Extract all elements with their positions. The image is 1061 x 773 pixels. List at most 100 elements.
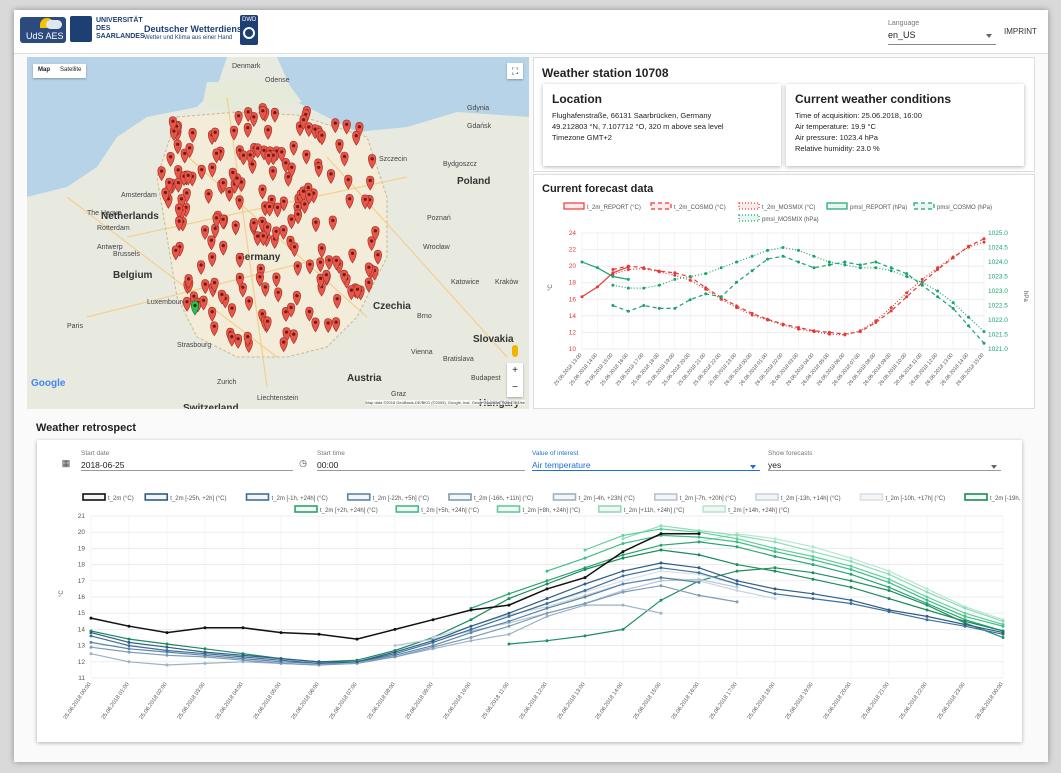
marker-dot xyxy=(307,192,311,197)
dwd-logo-text[interactable]: Deutscher Wetterdienst xyxy=(144,24,245,34)
pegman-icon[interactable] xyxy=(512,345,518,357)
data-point xyxy=(982,330,986,334)
data-point xyxy=(766,248,769,252)
marker-dot xyxy=(295,294,299,298)
marker-dot xyxy=(320,133,324,137)
data-point xyxy=(925,587,929,591)
data-point xyxy=(735,537,739,541)
data-point xyxy=(735,582,739,586)
map-attribution[interactable]: Map data ©2018 GeoBasis-DE/BKG (©2009), … xyxy=(365,400,525,405)
marker-dot xyxy=(261,234,265,238)
university-logo-text[interactable]: UNIVERSITÄT DES SAARLANDES xyxy=(96,17,146,41)
data-point xyxy=(659,561,663,565)
marker-dot xyxy=(167,180,171,185)
marker-dot xyxy=(308,262,312,266)
marker-dot xyxy=(188,146,192,150)
map-canvas[interactable]: Denmark Odense Gdynia Gdańsk Szczecin Bydgosz… xyxy=(27,57,529,409)
x-tick: 25.06.2018 06:00 xyxy=(291,682,321,721)
marker-dot xyxy=(235,176,239,180)
show-forecasts-label: Show forecasts xyxy=(768,450,813,457)
marker-dot xyxy=(234,223,238,227)
marker-dot xyxy=(256,146,260,150)
zoom-in-button[interactable]: + xyxy=(507,363,523,380)
uds-aes-logo[interactable]: UdS AES xyxy=(20,17,66,43)
dwd-logo-icon[interactable]: DWD xyxy=(240,15,258,45)
y-tick-right: 1022.5 xyxy=(988,303,1008,310)
start-time-field[interactable]: Start time 00:00 xyxy=(317,450,525,474)
data-point xyxy=(874,319,878,323)
map-label: Switzerland xyxy=(183,403,239,409)
data-point xyxy=(431,639,435,643)
data-point xyxy=(887,585,891,589)
data-point xyxy=(673,273,677,277)
data-point xyxy=(735,579,739,583)
x-tick: 25.06.2018 22:00 xyxy=(899,682,929,721)
map-type-map-button[interactable]: Map xyxy=(33,64,55,78)
fullscreen-icon[interactable]: ⛶ xyxy=(507,63,523,79)
show-forecasts-value: yes xyxy=(768,459,1001,471)
data-point xyxy=(621,569,625,573)
marker-dot xyxy=(284,161,288,165)
marker-dot xyxy=(252,221,256,225)
language-select[interactable]: en_US xyxy=(888,30,996,45)
retrospect-chart[interactable]: t_2m (°C) t_2m [-25h, +2h] (°C) t_2m [-1h,… xyxy=(37,480,1022,742)
legend-swatch xyxy=(650,202,672,210)
marker-dot xyxy=(210,165,214,169)
data-point xyxy=(773,537,777,541)
data-point xyxy=(827,260,831,264)
data-point xyxy=(750,269,754,273)
station-map[interactable]: Denmark Odense Gdynia Gdańsk Szczecin Bydgosz… xyxy=(27,57,529,409)
uds-aes-logo-text: UdS AES xyxy=(26,31,64,41)
marker-dot xyxy=(284,310,288,314)
marker-dot xyxy=(207,192,211,196)
data-point xyxy=(611,304,615,307)
map-label: Bratislava xyxy=(443,356,474,363)
marker-dot xyxy=(177,219,181,223)
data-point xyxy=(545,614,549,618)
data-point xyxy=(773,569,777,573)
data-point xyxy=(781,246,785,249)
imprint-link[interactable]: IMPRINT xyxy=(1004,27,1037,36)
start-date-label: Start date xyxy=(81,450,110,457)
data-point xyxy=(469,636,473,639)
data-point xyxy=(89,634,93,638)
marker-dot xyxy=(246,335,250,339)
map-type-satellite-button[interactable]: Satellite xyxy=(55,64,86,78)
show-forecasts-select[interactable]: Show forecasts yes xyxy=(768,450,1001,474)
data-point xyxy=(507,632,511,636)
start-date-field[interactable]: Start date 2018-06-25 xyxy=(81,450,293,474)
marker-dot xyxy=(259,266,263,271)
y-tick-right: 1022.0 xyxy=(988,317,1008,324)
y-tick-right: 1024.0 xyxy=(988,259,1008,266)
map-label: Czechia xyxy=(373,301,411,312)
data-point xyxy=(469,608,473,612)
zoom-out-button[interactable]: − xyxy=(507,380,523,397)
language-label: Language xyxy=(888,20,920,27)
x-tick: 25.06.2018 09:00 xyxy=(405,682,435,721)
value-of-interest-select[interactable]: Value of interest Air temperature xyxy=(532,450,760,474)
marker-dot xyxy=(237,114,241,118)
data-point xyxy=(688,298,692,302)
marker-dot xyxy=(177,206,181,210)
y-tick-right: 1024.5 xyxy=(988,245,1008,252)
marker-dot xyxy=(261,109,265,113)
data-point xyxy=(621,603,625,607)
map-label: Gdynia xyxy=(467,105,489,112)
marker-dot xyxy=(176,142,180,146)
marker-dot xyxy=(376,253,380,257)
marker-dot xyxy=(348,197,352,201)
data-point xyxy=(621,582,625,586)
marker-dot xyxy=(192,294,196,298)
marker-dot xyxy=(296,212,300,216)
top-bar: UdS AES UNIVERSITÄT DES SAARLANDES Deuts… xyxy=(14,10,1048,54)
data-point xyxy=(507,603,511,607)
marker-dot xyxy=(285,330,289,334)
start-time-input[interactable]: 00:00 xyxy=(317,459,525,471)
x-tick: 25.06.2018 19:00 xyxy=(785,682,815,721)
forecast-chart[interactable]: t_2m_REPORT (°C) t_2m_COSMO (°C) t_2m_MOSM… xyxy=(534,197,1034,407)
data-point xyxy=(659,543,663,547)
start-date-input[interactable]: 2018-06-25 xyxy=(81,459,293,471)
data-point xyxy=(611,283,615,287)
chevron-down-icon xyxy=(986,34,992,38)
data-point xyxy=(355,660,359,664)
